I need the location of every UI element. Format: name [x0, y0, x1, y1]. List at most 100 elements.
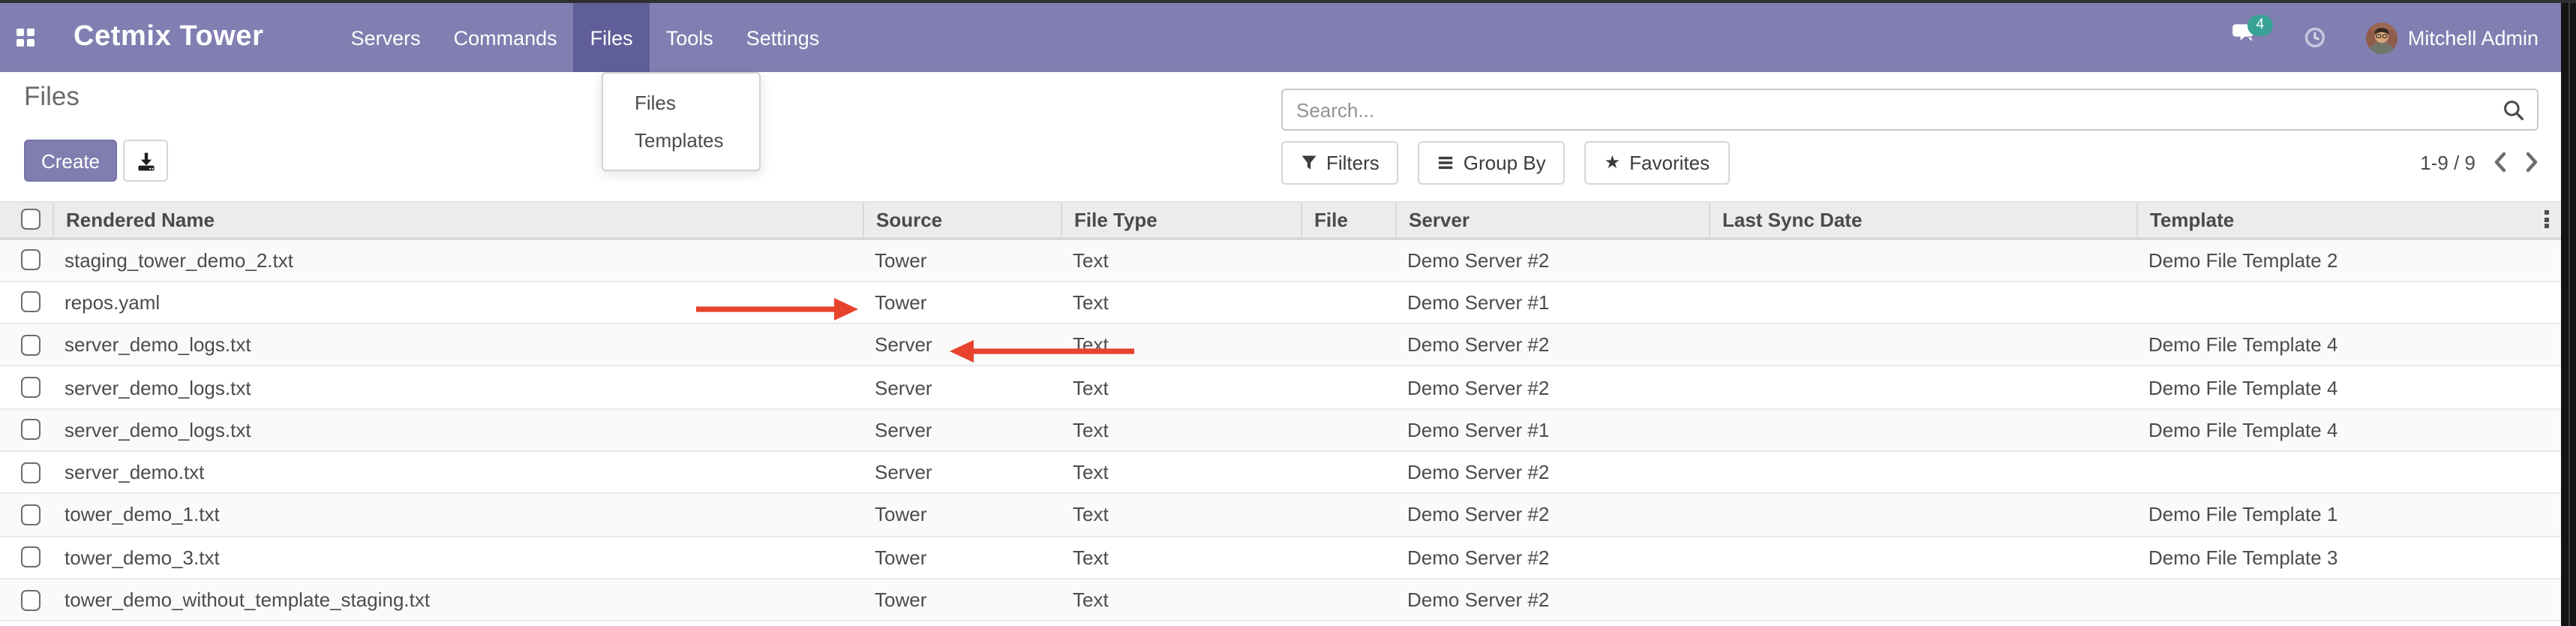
search-input[interactable] [1283, 98, 2502, 121]
cell-source[interactable]: Tower [863, 248, 1061, 271]
cell-file-type[interactable]: Text [1061, 461, 1301, 483]
cell-template[interactable]: Demo File Template 2 [2136, 248, 2561, 271]
cell-file-type[interactable]: Text [1061, 504, 1301, 526]
cell-rendered-name[interactable]: tower_demo_3.txt [53, 546, 863, 568]
cell-source[interactable]: Server [863, 461, 1061, 483]
cell-source[interactable]: Server [863, 333, 1061, 356]
bars-icon [1438, 154, 1455, 170]
user-avatar[interactable] [2366, 22, 2397, 53]
cell-file-type[interactable]: Text [1061, 376, 1301, 399]
cell-server[interactable]: Demo Server #1 [1395, 291, 1709, 314]
cell-template[interactable]: Demo File Template 4 [2136, 333, 2561, 356]
column-header-file[interactable]: File [1301, 202, 1395, 236]
cell-server[interactable]: Demo Server #2 [1395, 504, 1709, 526]
row-checkbox[interactable] [21, 462, 41, 483]
cell-file-type[interactable]: Text [1061, 291, 1301, 314]
cell-server[interactable]: Demo Server #2 [1395, 376, 1709, 399]
table-row[interactable]: tower_demo_3.txt Tower Text Demo Server … [0, 537, 2561, 579]
row-checkbox[interactable] [21, 249, 41, 270]
row-checkbox[interactable] [21, 589, 41, 610]
activities-button[interactable] [2304, 27, 2325, 48]
cell-rendered-name[interactable]: repos.yaml [53, 291, 863, 314]
table-row[interactable]: server_demo_logs.txt Server Text Demo Se… [0, 324, 2561, 367]
cell-server[interactable]: Demo Server #2 [1395, 546, 1709, 568]
row-checkbox-cell [0, 420, 53, 441]
column-header-server[interactable]: Server [1395, 202, 1709, 236]
nav-item-tools[interactable]: Tools [650, 3, 730, 72]
create-button[interactable]: Create [24, 140, 117, 182]
row-checkbox-cell [0, 249, 53, 270]
favorites-button[interactable]: ★ Favorites [1585, 140, 1729, 184]
cell-template[interactable]: Demo File Template 3 [2136, 546, 2561, 568]
row-checkbox[interactable] [21, 292, 41, 313]
column-header-last-sync-date[interactable]: Last Sync Date [1709, 202, 2136, 236]
cell-template[interactable]: Demo File Template 4 [2136, 376, 2561, 399]
table-row[interactable]: repos.yaml Tower Text Demo Server #1 [0, 282, 2561, 325]
nav-item-servers[interactable]: Servers [335, 3, 437, 72]
cell-rendered-name[interactable]: server_demo_logs.txt [53, 333, 863, 356]
export-button[interactable] [123, 140, 168, 182]
search-icon[interactable] [2502, 98, 2525, 121]
app-window: Cetmix Tower Servers Commands Files Tool… [0, 0, 2576, 626]
download-icon [136, 151, 155, 170]
apps-menu-button[interactable] [0, 3, 51, 72]
search-options-bar: Filters Group By ★ Favorites [1281, 140, 1729, 184]
cell-server[interactable]: Demo Server #2 [1395, 333, 1709, 356]
cell-server[interactable]: Demo Server #2 [1395, 588, 1709, 611]
cell-source[interactable]: Tower [863, 588, 1061, 611]
cell-source[interactable]: Server [863, 419, 1061, 441]
nav-item-commands[interactable]: Commands [437, 3, 574, 72]
column-header-file-type[interactable]: File Type [1061, 202, 1301, 236]
group-by-button[interactable]: Group By [1419, 140, 1566, 184]
row-checkbox[interactable] [21, 377, 41, 398]
pager-previous-button[interactable] [2493, 152, 2507, 173]
cell-rendered-name[interactable]: staging_tower_demo_2.txt [53, 248, 863, 271]
pager-next-button[interactable] [2525, 152, 2538, 173]
table-row[interactable]: staging_tower_demo_2.txt Tower Text Demo… [0, 239, 2561, 282]
column-header-template[interactable]: Template [2136, 202, 2561, 236]
table-row[interactable]: server_demo_logs.txt Server Text Demo Se… [0, 367, 2561, 410]
user-menu[interactable]: Mitchell Admin [2408, 26, 2538, 49]
row-checkbox[interactable] [21, 420, 41, 441]
select-all-checkbox[interactable] [21, 209, 41, 230]
window-scrollbar[interactable] [2561, 0, 2576, 626]
nav-item-files[interactable]: Files [574, 3, 650, 72]
messages-button[interactable]: 4 [2232, 23, 2259, 53]
nav-item-settings[interactable]: Settings [730, 3, 836, 72]
column-header-source[interactable]: Source [863, 202, 1061, 236]
cell-source[interactable]: Tower [863, 291, 1061, 314]
cell-source[interactable]: Server [863, 376, 1061, 399]
row-checkbox[interactable] [21, 546, 41, 567]
cell-template[interactable]: Demo File Template 1 [2136, 504, 2561, 526]
table-row[interactable]: tower_demo_1.txt Tower Text Demo Server … [0, 495, 2561, 537]
cell-rendered-name[interactable]: server_demo_logs.txt [53, 376, 863, 399]
cell-file-type[interactable]: Text [1061, 333, 1301, 356]
brand-title[interactable]: Cetmix Tower [74, 3, 264, 72]
optional-columns-toggle-icon[interactable] [2544, 210, 2549, 228]
table-row[interactable]: server_demo_logs.txt Server Text Demo Se… [0, 409, 2561, 452]
column-header-rendered-name[interactable]: Rendered Name [53, 202, 863, 236]
cell-source[interactable]: Tower [863, 546, 1061, 568]
dropdown-item-files[interactable]: Files [603, 84, 759, 122]
table-row[interactable]: tower_demo_without_template_staging.txt … [0, 579, 2561, 622]
cell-rendered-name[interactable]: tower_demo_1.txt [53, 504, 863, 526]
cell-rendered-name[interactable]: server_demo_logs.txt [53, 419, 863, 441]
dropdown-item-templates[interactable]: Templates [603, 122, 759, 159]
table-row[interactable]: server_demo.txt Server Text Demo Server … [0, 452, 2561, 495]
cell-file-type[interactable]: Text [1061, 546, 1301, 568]
filters-button[interactable]: Filters [1281, 140, 1399, 184]
cell-server[interactable]: Demo Server #1 [1395, 419, 1709, 441]
row-checkbox[interactable] [21, 504, 41, 525]
cell-rendered-name[interactable]: tower_demo_without_template_staging.txt [53, 588, 863, 611]
cell-file-type[interactable]: Text [1061, 248, 1301, 271]
cell-file-type[interactable]: Text [1061, 419, 1301, 441]
cell-source[interactable]: Tower [863, 504, 1061, 526]
row-checkbox-cell [0, 546, 53, 567]
row-checkbox[interactable] [21, 334, 41, 355]
cell-template[interactable]: Demo File Template 4 [2136, 419, 2561, 441]
cell-rendered-name[interactable]: server_demo.txt [53, 461, 863, 483]
cell-server[interactable]: Demo Server #2 [1395, 461, 1709, 483]
files-menu-dropdown: Files Templates [602, 72, 761, 171]
cell-file-type[interactable]: Text [1061, 588, 1301, 611]
cell-server[interactable]: Demo Server #2 [1395, 248, 1709, 271]
